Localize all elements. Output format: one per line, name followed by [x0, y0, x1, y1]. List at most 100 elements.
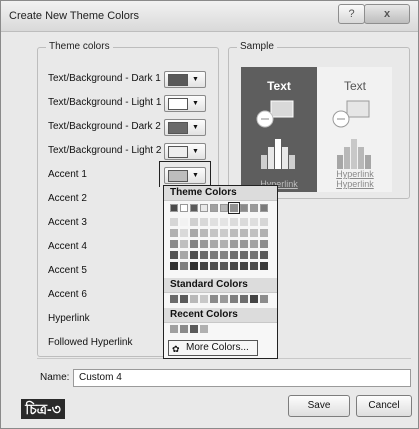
theme-shade-cell[interactable] [260, 251, 268, 259]
theme-color-cell[interactable] [170, 204, 178, 212]
theme-shade-cell[interactable] [240, 229, 248, 237]
name-input-value: Custom 4 [79, 372, 122, 383]
standard-color-cell[interactable] [220, 295, 228, 303]
theme-shade-cell[interactable] [250, 251, 258, 259]
dialog-window: Create New Theme Colors ? x Theme colors… [0, 0, 419, 429]
theme-shade-cell[interactable] [250, 229, 258, 237]
theme-shade-cell[interactable] [250, 240, 258, 248]
theme-shade-cell[interactable] [200, 229, 208, 237]
theme-shade-cell[interactable] [170, 240, 178, 248]
theme-color-label: Text/Background - Light 2 [48, 145, 162, 156]
theme-shade-cell[interactable] [190, 229, 198, 237]
theme-color-picker-button[interactable]: ▼ [164, 143, 206, 160]
save-button[interactable]: Save [288, 395, 350, 417]
theme-shade-cell[interactable] [230, 229, 238, 237]
theme-shade-cell[interactable] [170, 262, 178, 270]
standard-color-cell[interactable] [260, 295, 268, 303]
theme-shade-cell[interactable] [200, 262, 208, 270]
theme-shade-cell[interactable] [260, 262, 268, 270]
theme-shade-cell[interactable] [230, 251, 238, 259]
theme-shade-cell[interactable] [190, 240, 198, 248]
standard-color-cell[interactable] [190, 295, 198, 303]
theme-shade-cell[interactable] [220, 262, 228, 270]
name-input[interactable]: Custom 4 [73, 369, 411, 387]
theme-color-cell[interactable] [260, 204, 268, 212]
theme-color-label: Followed Hyperlink [48, 337, 133, 348]
theme-shade-cell[interactable] [220, 218, 228, 226]
recent-color-cell[interactable] [190, 325, 198, 333]
figure-caption-badge: চিত্র-৩ [21, 399, 65, 419]
close-button[interactable]: x [364, 4, 410, 24]
standard-color-cell[interactable] [240, 295, 248, 303]
theme-color-cell[interactable] [210, 204, 218, 212]
theme-color-cell[interactable] [228, 202, 240, 214]
theme-color-cell[interactable] [190, 204, 198, 212]
theme-shade-cell[interactable] [230, 240, 238, 248]
theme-shade-cell[interactable] [180, 262, 188, 270]
theme-shade-cell[interactable] [210, 251, 218, 259]
recent-color-cell[interactable] [170, 325, 178, 333]
theme-shade-cell[interactable] [180, 229, 188, 237]
theme-shade-cell[interactable] [220, 251, 228, 259]
more-colors-button[interactable]: ✿ More Colors... [168, 340, 258, 356]
help-button[interactable]: ? [338, 4, 365, 24]
theme-color-picker-button[interactable]: ▼ [164, 119, 206, 136]
theme-shade-cell[interactable] [200, 251, 208, 259]
color-swatch [168, 74, 188, 86]
recent-color-cell[interactable] [180, 325, 188, 333]
theme-shade-cell[interactable] [170, 229, 178, 237]
sample-dark-graphic [256, 100, 295, 169]
theme-shade-cell[interactable] [210, 240, 218, 248]
theme-shade-cell[interactable] [180, 240, 188, 248]
theme-color-label: Text/Background - Dark 1 [48, 73, 161, 84]
sample-light-followed-hyperlink: Hyperlink [336, 179, 374, 189]
recent-color-cell[interactable] [200, 325, 208, 333]
standard-color-cell[interactable] [200, 295, 208, 303]
standard-color-cell[interactable] [230, 295, 238, 303]
theme-shade-cell[interactable] [250, 218, 258, 226]
theme-shade-cell[interactable] [210, 229, 218, 237]
theme-shade-cell[interactable] [240, 251, 248, 259]
theme-shade-cell[interactable] [220, 229, 228, 237]
theme-shade-cell[interactable] [190, 262, 198, 270]
theme-color-cell[interactable] [250, 204, 258, 212]
theme-shade-cell[interactable] [220, 240, 228, 248]
theme-shade-cell[interactable] [210, 218, 218, 226]
standard-color-cell[interactable] [210, 295, 218, 303]
theme-shade-cell[interactable] [170, 218, 178, 226]
standard-color-cell[interactable] [180, 295, 188, 303]
theme-shade-cell[interactable] [250, 262, 258, 270]
theme-shade-cell[interactable] [210, 262, 218, 270]
color-palette-popup: Theme Colors Standard Colors Recent Colo… [163, 185, 278, 359]
theme-shade-cell[interactable] [180, 218, 188, 226]
cancel-button[interactable]: Cancel [356, 395, 412, 417]
theme-shade-cell[interactable] [240, 240, 248, 248]
theme-color-picker-button[interactable]: ▼ [164, 71, 206, 88]
theme-shade-cell[interactable] [230, 218, 238, 226]
standard-color-cell[interactable] [250, 295, 258, 303]
theme-color-cell[interactable] [220, 204, 228, 212]
standard-color-cell[interactable] [170, 295, 178, 303]
theme-color-cell[interactable] [240, 204, 248, 212]
theme-shade-cell[interactable] [240, 262, 248, 270]
color-wheel-icon: ✿ [172, 344, 180, 354]
dropdown-arrow-icon: ▼ [192, 100, 199, 107]
theme-shade-cell[interactable] [260, 240, 268, 248]
theme-shade-cell[interactable] [170, 251, 178, 259]
theme-shade-cell[interactable] [180, 251, 188, 259]
theme-shade-cell[interactable] [200, 240, 208, 248]
theme-shade-cell[interactable] [230, 262, 238, 270]
theme-shade-cell[interactable] [260, 218, 268, 226]
sample-light-graphic [332, 100, 371, 169]
theme-shade-cell[interactable] [190, 218, 198, 226]
theme-shade-cell[interactable] [190, 251, 198, 259]
theme-color-cell[interactable] [200, 204, 208, 212]
theme-shade-cell[interactable] [240, 218, 248, 226]
sample-preview: Text Hyperlink Text Hyperlink Hyperlink [241, 67, 392, 192]
theme-shade-cell[interactable] [260, 229, 268, 237]
theme-color-label: Hyperlink [48, 313, 90, 324]
theme-color-picker-button[interactable]: ▼ [164, 95, 206, 112]
theme-color-cell[interactable] [180, 204, 188, 212]
theme-shade-cell[interactable] [200, 218, 208, 226]
dropdown-arrow-icon: ▼ [192, 76, 199, 83]
